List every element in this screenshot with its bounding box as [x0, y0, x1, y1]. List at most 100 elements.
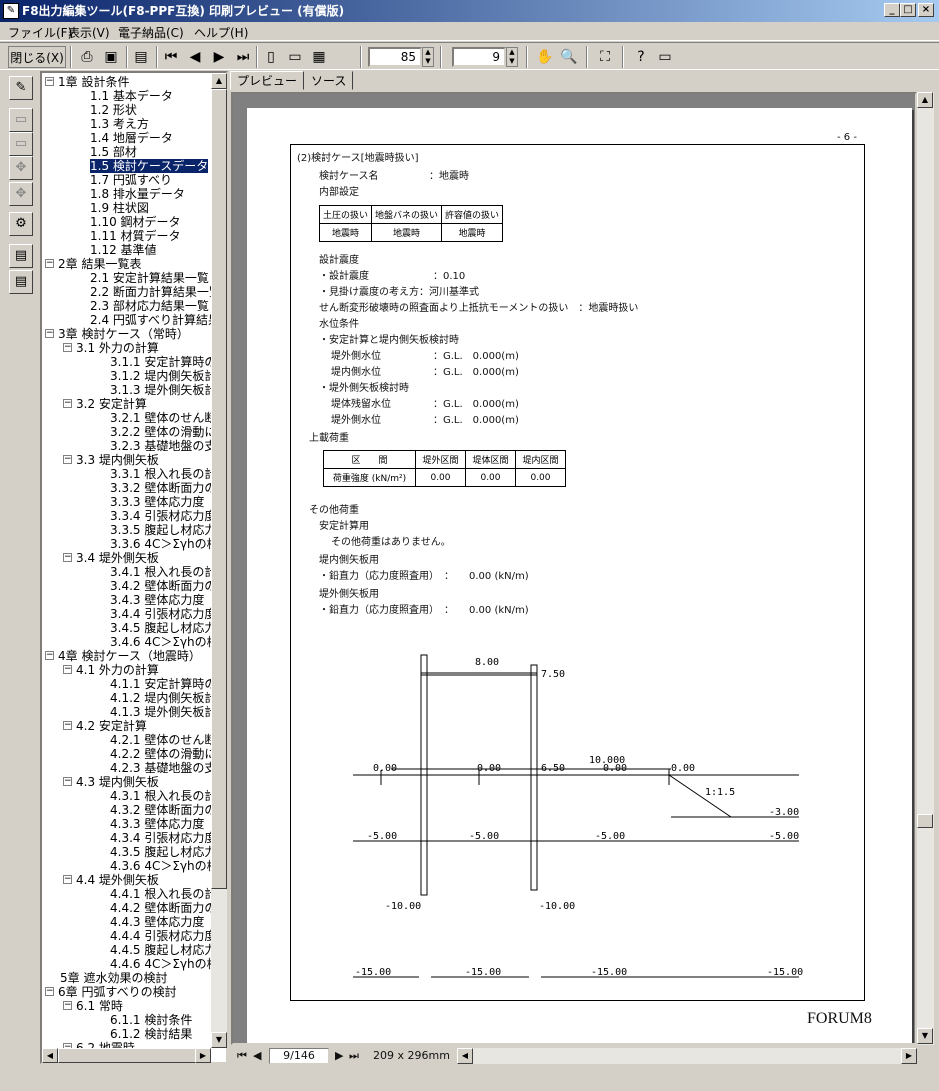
multi-page-icon[interactable]: ▦	[308, 46, 330, 68]
tree-expander-icon[interactable]: −	[63, 721, 72, 730]
tree-node[interactable]: 1.4 地層データ	[90, 131, 173, 145]
preview-scrollbar[interactable]: ▲ ▼	[917, 92, 934, 1045]
maximize-button[interactable]: □	[900, 3, 916, 17]
fit-page-icon[interactable]: ⛶	[594, 46, 616, 68]
menu-delivery[interactable]: 電子納品(C)	[118, 24, 184, 41]
tree-expander-icon[interactable]: −	[63, 1001, 72, 1010]
zoom-input[interactable]: 85	[368, 47, 422, 67]
tree-node[interactable]: 4章 検討ケース（地震時）	[58, 649, 201, 663]
last-page-icon[interactable]: ⏭	[232, 46, 254, 68]
tree-node[interactable]: 1章 設計条件	[58, 75, 129, 89]
tree-node[interactable]: 3章 検討ケース（常時）	[58, 327, 189, 341]
tree-node[interactable]: 2章 結果一覧表	[58, 257, 141, 271]
first-page-icon[interactable]: ⏮	[160, 46, 182, 68]
tree-node[interactable]: 3.4.3 壁体応力度	[110, 593, 204, 607]
close-button[interactable]: ×	[918, 3, 934, 17]
tree-node[interactable]: 3.3.3 壁体応力度	[110, 495, 204, 509]
tree-expander-icon[interactable]: −	[45, 329, 54, 338]
tree-node[interactable]: 6.1.2 検討結果	[110, 1027, 192, 1041]
tree-node[interactable]: 3.4.4 引張材応力度	[110, 607, 216, 621]
tree-node[interactable]: 6章 円弧すべりの検討	[58, 985, 177, 999]
tree-node[interactable]: 1.9 柱状図	[90, 201, 149, 215]
tree-expander-icon[interactable]: −	[45, 77, 54, 86]
scroll-up-icon[interactable]: ▲	[917, 92, 933, 108]
scroll-up-icon[interactable]: ▲	[211, 73, 227, 89]
next-page-icon[interactable]: ▶	[335, 1050, 343, 1062]
tree-expander-icon[interactable]: −	[63, 399, 72, 408]
tree-node[interactable]: 2.1 安定計算結果一覧	[90, 271, 209, 285]
tree-node[interactable]: 5章 遮水効果の検討	[60, 971, 167, 985]
shape-icon[interactable]: ✥	[9, 182, 33, 206]
preview-area[interactable]: - 6 - (2)検討ケース[地震時扱い] 検討ケース名 ：地震時 内部設定 土…	[231, 92, 917, 1045]
tree-hscrollbar[interactable]: ◀ ▶	[42, 1048, 211, 1063]
tree-expander-icon[interactable]: −	[63, 343, 72, 352]
tree-node[interactable]: 3.3.6 4C＞Σγhの検	[110, 537, 219, 551]
tree-node[interactable]: 1.3 考え方	[90, 117, 149, 131]
info-icon[interactable]: ▭	[654, 46, 676, 68]
tab-preview[interactable]: プレビュー	[230, 71, 305, 90]
scroll-left-icon[interactable]: ◀	[457, 1048, 473, 1064]
tree-node[interactable]: 3.2 安定計算	[76, 397, 147, 411]
help-icon[interactable]: ?	[630, 46, 652, 68]
tree-node[interactable]: 1.8 排水量データ	[90, 187, 185, 201]
tree-node[interactable]: 1.1 基本データ	[90, 89, 173, 103]
tree-expand-icon[interactable]: ▤	[9, 244, 33, 268]
page-spinner[interactable]: ▲ ▼	[506, 47, 518, 67]
tree-node[interactable]: 2.4 円弧すべり計算結果	[90, 313, 220, 327]
tree-collapse-icon[interactable]: ▤	[9, 270, 33, 294]
title-bar[interactable]: ✎ F8出力編集ツール(F8-PPF互換) 印刷プレビュー (有償版) _ □ …	[0, 0, 939, 22]
tree-node[interactable]: 4.4 堤外側矢板	[76, 873, 159, 887]
menu-help[interactable]: ヘルプ(H)	[194, 24, 248, 41]
tree-node[interactable]: 1.5 部材	[90, 145, 137, 159]
line2-icon[interactable]: ▭	[9, 132, 33, 156]
tree-node[interactable]: 1.10 鋼材データ	[90, 215, 181, 229]
page-input[interactable]: 9	[452, 47, 506, 67]
outline-tree[interactable]: −1章 設計条件 1.1 基本データ 1.2 形状 1.3 考え方 1.4 地層データ 1…	[40, 71, 228, 1064]
tree-expander-icon[interactable]: −	[63, 455, 72, 464]
tree-expander-icon[interactable]: −	[63, 875, 72, 884]
print-icon[interactable]: ⎙	[76, 46, 98, 68]
prev-page-icon[interactable]: ◀	[184, 46, 206, 68]
last-page-icon[interactable]: ⏭	[349, 1050, 359, 1062]
line-icon[interactable]: ▭	[9, 108, 33, 132]
tree-expander-icon[interactable]: −	[63, 665, 72, 674]
tree-node[interactable]: 4.4.3 壁体応力度	[110, 915, 204, 929]
tree-node[interactable]: 4.3.3 壁体応力度	[110, 817, 204, 831]
tree-expander-icon[interactable]: −	[63, 777, 72, 786]
tree-node[interactable]: 2.2 断面力計算結果一覧	[90, 285, 221, 299]
next-page-icon[interactable]: ▶	[208, 46, 230, 68]
tree-node[interactable]: 4.3 堤内側矢板	[76, 775, 159, 789]
move-icon[interactable]: ✥	[9, 156, 33, 180]
menu-view[interactable]: 表示(V)	[68, 24, 110, 41]
hand-icon[interactable]: ✋	[534, 46, 556, 68]
tree-node[interactable]: 1.11 材質データ	[90, 229, 181, 243]
save-icon[interactable]: ▣	[100, 46, 122, 68]
tree-expander-icon[interactable]: −	[45, 987, 54, 996]
page-setup-icon[interactable]: ▤	[130, 46, 152, 68]
tree-node[interactable]: 3.1 外力の計算	[76, 341, 159, 355]
single-page-icon[interactable]: ▯	[260, 46, 282, 68]
tree-node[interactable]: 2.3 部材応力結果一覧（	[90, 299, 221, 313]
tree-expander-icon[interactable]: −	[45, 259, 54, 268]
prev-page-icon[interactable]: ◀	[253, 1050, 261, 1062]
tree-node[interactable]: 3.3.4 引張材応力度	[110, 509, 216, 523]
tree-node[interactable]: 3.3 堤内側矢板	[76, 453, 159, 467]
scroll-down-icon[interactable]: ▼	[917, 1028, 933, 1044]
zoom-spinner[interactable]: ▲ ▼	[422, 47, 434, 67]
scroll-down-icon[interactable]: ▼	[211, 1032, 227, 1048]
close-preview-button[interactable]: 閉じる(X)	[8, 46, 66, 68]
menu-file[interactable]: ファイル(F)	[8, 24, 72, 41]
tree-node[interactable]: 1.12 基準値	[90, 243, 157, 257]
scroll-right-icon[interactable]: ▶	[901, 1048, 917, 1064]
first-page-icon[interactable]: ⏮	[237, 1050, 247, 1062]
tree-scrollbar[interactable]: ▲ ▼	[211, 73, 227, 1048]
tree-node[interactable]: 3.4.6 4C＞Σγhの検	[110, 635, 219, 649]
tree-node[interactable]: 4.3.6 4C＞Σγhの検	[110, 859, 219, 873]
tree-node[interactable]: 4.4.4 引張材応力度	[110, 929, 216, 943]
scroll-left-icon[interactable]: ◀	[42, 1048, 58, 1063]
two-page-icon[interactable]: ▭	[284, 46, 306, 68]
tree-expander-icon[interactable]: −	[63, 553, 72, 562]
tree-node[interactable]: 4.4.6 4C＞Σγhの検	[110, 957, 219, 971]
tree-node[interactable]: 6.1 常時	[76, 999, 123, 1013]
tree-scroll-thumb[interactable]	[211, 89, 227, 889]
